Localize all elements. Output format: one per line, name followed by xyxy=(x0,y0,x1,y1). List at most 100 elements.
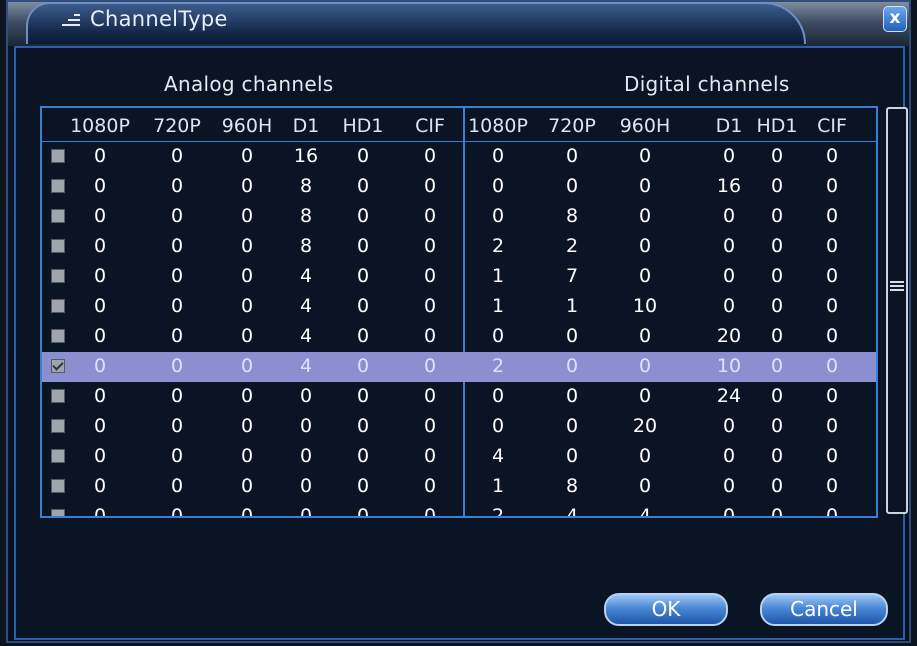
row-checkbox[interactable] xyxy=(51,239,65,253)
table-cell: 2 xyxy=(565,235,579,257)
table-cell: 0 xyxy=(356,475,370,497)
table-cell: 0 xyxy=(93,205,107,227)
menu-lines-icon xyxy=(62,12,88,30)
table-row[interactable]: 0 0 0 0 0 0 4 0 0 0 0 0 xyxy=(42,442,876,472)
analog-channels-heading: Analog channels xyxy=(164,72,334,96)
table-cell: 16 xyxy=(716,175,742,197)
table-cell: 0 xyxy=(240,355,254,377)
table-cell: 0 xyxy=(93,385,107,407)
close-button[interactable]: x xyxy=(883,6,907,32)
table-row[interactable]: 0 0 0 8 0 0 0 0 0 16 0 0 xyxy=(42,172,876,202)
table-cell: 0 xyxy=(722,235,736,257)
column-header-digital-960h: 960H xyxy=(619,115,671,137)
table-cell: 0 xyxy=(93,505,107,518)
table-cell: 0 xyxy=(770,205,784,227)
table-cell: 0 xyxy=(722,145,736,167)
table-cell: 0 xyxy=(770,325,784,347)
table-cell: 0 xyxy=(93,235,107,257)
table-cell: 0 xyxy=(356,295,370,317)
table-row[interactable]: 0 0 0 0 0 0 0 0 20 0 0 0 xyxy=(42,412,876,442)
row-checkbox[interactable] xyxy=(51,299,65,313)
table-row[interactable]: 0 0 0 8 0 0 2 2 0 0 0 0 xyxy=(42,232,876,262)
table-cell: 0 xyxy=(240,325,254,347)
table-cell: 0 xyxy=(240,205,254,227)
table-cell: 0 xyxy=(423,505,437,518)
row-checkbox[interactable] xyxy=(51,359,65,373)
table-cell: 0 xyxy=(638,145,652,167)
table-row[interactable]: 0 0 0 0 0 0 1 8 0 0 0 0 xyxy=(42,472,876,502)
row-checkbox[interactable] xyxy=(51,419,65,433)
table-cell: 0 xyxy=(240,235,254,257)
table-cell: 0 xyxy=(770,385,784,407)
column-header-analog-d1: D1 xyxy=(292,115,320,137)
row-checkbox[interactable] xyxy=(51,449,65,463)
table-cell: 0 xyxy=(491,205,505,227)
table-cell: 0 xyxy=(638,205,652,227)
table-row[interactable]: 0 0 0 4 0 0 1 7 0 0 0 0 xyxy=(42,262,876,292)
table-cell: 0 xyxy=(770,265,784,287)
table-row[interactable]: 0 0 0 8 0 0 0 8 0 0 0 0 xyxy=(42,202,876,232)
table-cell: 0 xyxy=(722,505,736,518)
table-cell: 8 xyxy=(565,205,579,227)
table-cell: 0 xyxy=(722,295,736,317)
row-checkbox[interactable] xyxy=(51,479,65,493)
table-cell: 0 xyxy=(770,295,784,317)
table-cell: 0 xyxy=(825,145,839,167)
table-cell: 0 xyxy=(825,385,839,407)
table-row[interactable]: 0 0 0 4 0 0 1 1 10 0 0 0 xyxy=(42,292,876,322)
table-row[interactable]: 0 0 0 0 0 0 0 0 0 24 0 0 xyxy=(42,382,876,412)
row-checkbox[interactable] xyxy=(51,329,65,343)
table-cell: 0 xyxy=(491,325,505,347)
table-cell: 8 xyxy=(565,475,579,497)
table-cell: 0 xyxy=(423,265,437,287)
table-cell: 0 xyxy=(722,205,736,227)
table-cell: 4 xyxy=(638,505,652,518)
table-row[interactable]: 0 0 0 16 0 0 0 0 0 0 0 0 xyxy=(42,142,876,172)
table-cell: 0 xyxy=(423,145,437,167)
row-checkbox[interactable] xyxy=(51,209,65,223)
row-checkbox[interactable] xyxy=(51,179,65,193)
table-cell: 0 xyxy=(423,235,437,257)
table-cell: 0 xyxy=(93,175,107,197)
table-cell: 0 xyxy=(770,355,784,377)
table-cell: 0 xyxy=(423,415,437,437)
table-cell: 0 xyxy=(638,355,652,377)
table-cell: 0 xyxy=(770,445,784,467)
table-cell: 0 xyxy=(638,265,652,287)
table-row[interactable]: 0 0 0 4 0 0 2 0 0 10 0 0 xyxy=(42,352,876,382)
table-cell: 0 xyxy=(423,205,437,227)
table-cell: 0 xyxy=(170,355,184,377)
table-cell: 0 xyxy=(299,475,313,497)
row-checkbox[interactable] xyxy=(51,269,65,283)
table-cell: 0 xyxy=(638,175,652,197)
column-header-analog-960h: 960H xyxy=(221,115,273,137)
table-cell: 0 xyxy=(825,415,839,437)
table-scrollbar[interactable] xyxy=(886,107,908,514)
row-checkbox[interactable] xyxy=(51,149,65,163)
row-checkbox[interactable] xyxy=(51,509,65,516)
table-cell: 0 xyxy=(356,205,370,227)
table-cell: 0 xyxy=(565,445,579,467)
table-cell: 10 xyxy=(632,295,658,317)
table-cell: 0 xyxy=(356,445,370,467)
cancel-button[interactable]: Cancel xyxy=(760,593,888,626)
table-cell: 0 xyxy=(240,475,254,497)
table-row[interactable]: 0 0 0 0 0 0 2 4 4 0 0 0 xyxy=(42,502,876,518)
table-cell: 0 xyxy=(825,325,839,347)
table-row[interactable]: 0 0 0 4 0 0 0 0 0 20 0 0 xyxy=(42,322,876,352)
table-cell: 0 xyxy=(638,385,652,407)
table-cell: 0 xyxy=(93,145,107,167)
table-cell: 0 xyxy=(825,505,839,518)
column-header-digital-720p: 720P xyxy=(548,115,596,137)
row-checkbox[interactable] xyxy=(51,389,65,403)
table-cell: 4 xyxy=(299,265,313,287)
table-cell: 0 xyxy=(825,355,839,377)
table-cell: 8 xyxy=(299,205,313,227)
ok-button[interactable]: OK xyxy=(604,593,728,626)
table-cell: 4 xyxy=(299,325,313,347)
table-cell: 20 xyxy=(632,415,658,437)
scroll-grip-icon[interactable] xyxy=(890,281,904,293)
table-cell: 0 xyxy=(170,325,184,347)
table-cell: 0 xyxy=(565,385,579,407)
table-cell: 0 xyxy=(825,175,839,197)
